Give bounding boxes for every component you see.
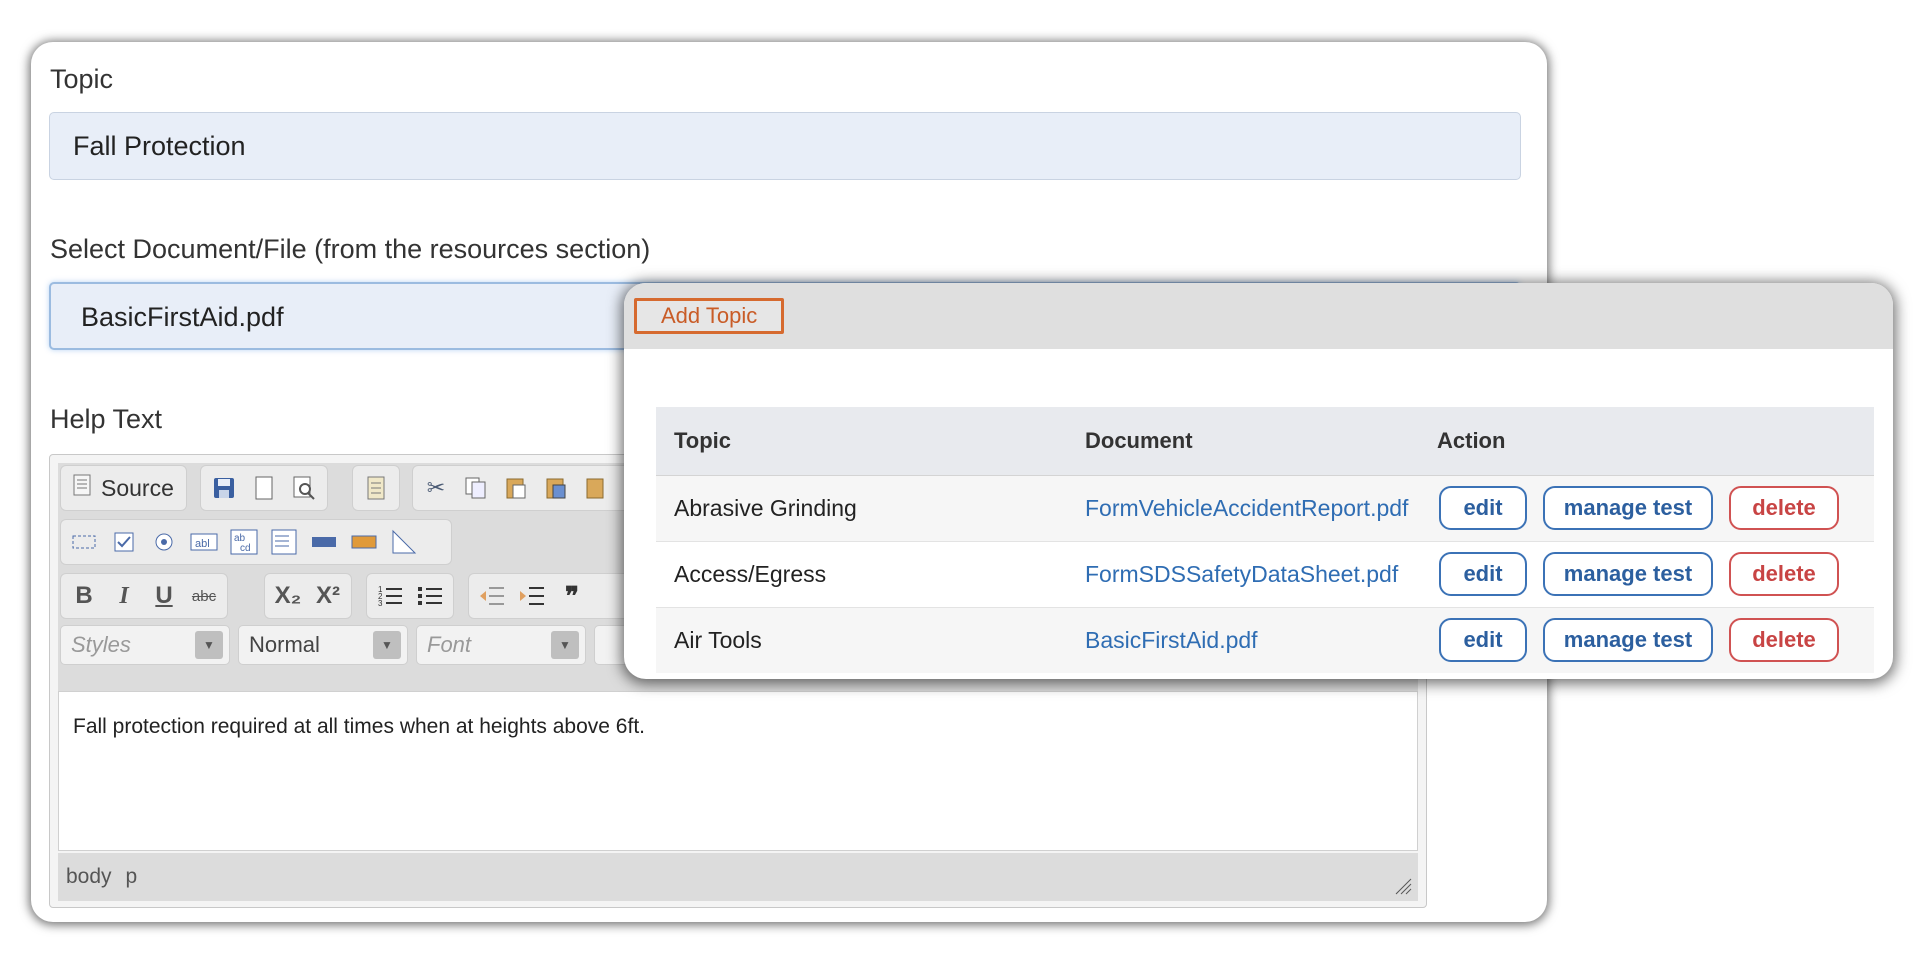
document-link[interactable]: FormVehicleAccidentReport.pdf: [1085, 495, 1408, 521]
topic-label: Topic: [50, 64, 114, 94]
column-header-document: Document: [1084, 407, 1436, 476]
subscript-button[interactable]: X₂: [271, 579, 305, 613]
font-value: Font: [427, 632, 472, 657]
new-page-icon[interactable]: [247, 471, 281, 505]
templates-group: [352, 465, 400, 511]
manage-test-button[interactable]: manage test: [1543, 486, 1713, 530]
element-path-bar: body p: [58, 853, 1418, 901]
form-icon[interactable]: [67, 525, 101, 559]
cut-icon[interactable]: ✂: [419, 471, 453, 505]
hidden-field-icon[interactable]: [387, 525, 421, 559]
column-header-action: Action: [1436, 407, 1874, 476]
help-text-label: Help Text: [50, 404, 163, 434]
document-icon: [73, 474, 91, 502]
manage-test-button[interactable]: manage test: [1543, 618, 1713, 663]
topic-cell: Air Tools: [656, 606, 1084, 673]
superscript-button[interactable]: X²: [311, 579, 345, 613]
edit-button[interactable]: edit: [1439, 552, 1527, 596]
delete-button[interactable]: delete: [1729, 486, 1839, 530]
document-group: [200, 465, 328, 511]
paste-text-icon[interactable]: [539, 471, 573, 505]
svg-text:abl: abl: [195, 538, 210, 550]
topic-cell: Access/Egress: [656, 540, 1084, 607]
source-button[interactable]: Source: [67, 474, 180, 502]
copy-icon[interactable]: [459, 471, 493, 505]
source-group: Source: [60, 465, 187, 511]
chevron-down-icon: ▼: [373, 631, 401, 659]
edit-button[interactable]: edit: [1439, 486, 1527, 530]
styles-dropdown[interactable]: Styles ▼: [60, 625, 230, 665]
underline-button[interactable]: U: [147, 579, 181, 613]
bulleted-list-icon[interactable]: [413, 579, 447, 613]
topic-cell: Abrasive Grinding: [656, 474, 1084, 541]
manage-test-button[interactable]: manage test: [1543, 552, 1713, 596]
text-field-icon[interactable]: abl: [187, 525, 221, 559]
document-link[interactable]: BasicFirstAid.pdf: [1085, 627, 1258, 653]
table-header-row: Topic Document Action: [656, 407, 1874, 476]
document-link[interactable]: FormSDSSafetyDataSheet.pdf: [1085, 561, 1398, 587]
blockquote-icon[interactable]: ❞: [555, 579, 589, 613]
document-select-label: Select Document/File (from the resources…: [50, 234, 651, 264]
script-group: X₂ X²: [264, 573, 352, 619]
styles-value: Styles: [71, 632, 131, 657]
svg-text:3: 3: [378, 599, 383, 608]
source-label: Source: [101, 474, 174, 501]
select-icon[interactable]: [267, 525, 301, 559]
path-body[interactable]: body: [66, 865, 112, 889]
italic-button[interactable]: I: [107, 579, 141, 613]
save-icon[interactable]: [207, 471, 241, 505]
chevron-down-icon: ▼: [551, 631, 579, 659]
topic-list-card: Add Topic Topic Document Action Abrasive…: [624, 283, 1893, 679]
table-row: Access/Egress FormSDSSafetyDataSheet.pdf…: [656, 540, 1874, 607]
numbered-list-icon[interactable]: 123: [373, 579, 407, 613]
path-p[interactable]: p: [126, 865, 138, 889]
button-icon[interactable]: [307, 525, 341, 559]
topics-table: Topic Document Action Abrasive Grinding …: [656, 407, 1874, 673]
radio-icon[interactable]: [147, 525, 181, 559]
font-dropdown[interactable]: Font ▼: [416, 625, 586, 665]
image-button-icon[interactable]: [347, 525, 381, 559]
outdent-icon[interactable]: [475, 579, 509, 613]
delete-button[interactable]: delete: [1729, 618, 1839, 663]
checkbox-icon[interactable]: [107, 525, 141, 559]
paste-word-icon[interactable]: [579, 471, 613, 505]
templates-icon[interactable]: [359, 471, 393, 505]
list-header: Add Topic: [624, 283, 1893, 349]
topic-input[interactable]: Fall Protection: [49, 112, 1521, 180]
paste-icon[interactable]: [499, 471, 533, 505]
preview-icon[interactable]: [287, 471, 321, 505]
basic-styles-group: B I U abc: [60, 573, 228, 619]
edit-button[interactable]: edit: [1439, 618, 1527, 663]
format-value: Normal: [249, 632, 320, 657]
list-group: 123: [366, 573, 454, 619]
forms-group: abl ab cd: [60, 519, 452, 565]
indent-icon[interactable]: [515, 579, 549, 613]
strike-button[interactable]: abc: [187, 579, 221, 613]
editor-content[interactable]: Fall protection required at all times wh…: [58, 691, 1418, 851]
textarea-icon[interactable]: ab cd: [227, 525, 261, 559]
delete-button[interactable]: delete: [1729, 552, 1839, 596]
bold-button[interactable]: B: [67, 579, 101, 613]
svg-text:cd: cd: [240, 543, 251, 554]
add-topic-button[interactable]: Add Topic: [634, 298, 785, 334]
table-row: Air Tools BasicFirstAid.pdf edit manage …: [656, 606, 1874, 673]
table-row: Abrasive Grinding FormVehicleAccidentRep…: [656, 474, 1874, 541]
resize-grip-icon[interactable]: [1392, 877, 1412, 897]
column-header-topic: Topic: [656, 407, 1084, 476]
chevron-down-icon: ▼: [195, 631, 223, 659]
format-dropdown[interactable]: Normal ▼: [238, 625, 408, 665]
